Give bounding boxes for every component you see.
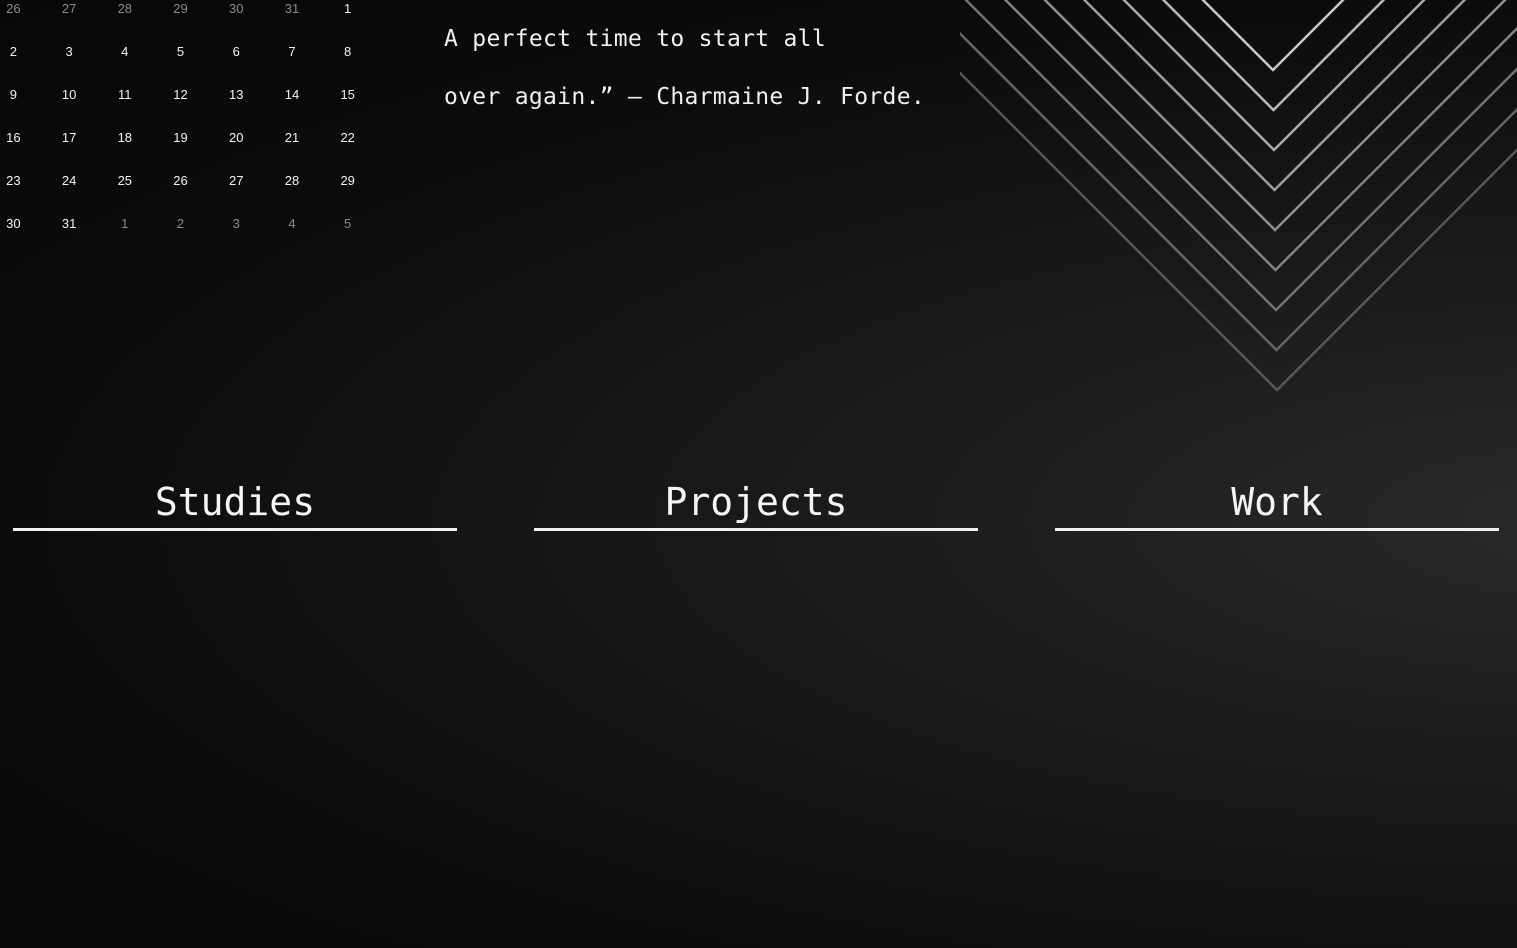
calendar-day[interactable]: 4 — [279, 216, 335, 231]
calendar-week-row: 26 27 28 29 30 31 1 — [0, 0, 390, 30]
quote-line-2: over again.” – Charmaine J. Forde. — [444, 84, 926, 110]
quote-line-1: A perfect time to start all — [444, 26, 826, 52]
work-section-link[interactable]: Work — [1055, 476, 1499, 531]
calendar-week-row: 16 17 18 19 20 21 22 — [0, 116, 390, 159]
projects-underline — [534, 528, 978, 531]
calendar-day[interactable]: 24 — [56, 173, 112, 188]
calendar-day[interactable]: 28 — [111, 1, 167, 16]
projects-label: Projects — [664, 480, 848, 524]
calendar-day[interactable]: 5 — [167, 44, 223, 59]
chevron-line — [1201, 0, 1345, 72]
chevron-line — [960, 31, 1517, 352]
calendar-day[interactable]: 22 — [334, 130, 390, 145]
calendar-day[interactable]: 10 — [56, 87, 112, 102]
calendar-day[interactable]: 3 — [223, 216, 279, 231]
calendar-day[interactable]: 16 — [0, 130, 56, 145]
studies-label: Studies — [154, 480, 316, 524]
calendar-day[interactable]: 19 — [167, 130, 223, 145]
calendar-day[interactable]: 20 — [223, 130, 279, 145]
calendar-day[interactable]: 8 — [334, 44, 390, 59]
calendar-day[interactable]: 3 — [56, 44, 112, 59]
projects-section-link[interactable]: Projects — [534, 476, 978, 531]
quote-text: A perfect time to start all over again.”… — [444, 10, 925, 126]
calendar-day[interactable]: 29 — [167, 1, 223, 16]
calendar-day[interactable]: 9 — [0, 87, 56, 102]
chevron-line — [1122, 0, 1426, 152]
calendar-day[interactable]: 28 — [279, 173, 335, 188]
work-underline — [1055, 528, 1499, 531]
calendar-day[interactable]: 31 — [56, 216, 112, 231]
calendar-day[interactable]: 2 — [0, 44, 56, 59]
calendar-day[interactable]: 1 — [334, 1, 390, 16]
calendar-day[interactable]: 1 — [111, 216, 167, 231]
calendar-day[interactable]: 7 — [279, 44, 335, 59]
calendar-day[interactable]: 25 — [111, 173, 167, 188]
calendar-day[interactable]: 26 — [0, 1, 56, 16]
calendar-day[interactable]: 6 — [223, 44, 279, 59]
calendar-day[interactable]: 18 — [111, 130, 167, 145]
calendar-day[interactable]: 30 — [223, 1, 279, 16]
calendar-day[interactable]: 15 — [334, 87, 390, 102]
chevron-line — [1161, 0, 1386, 112]
work-label: Work — [1231, 480, 1323, 524]
calendar-day[interactable]: 27 — [56, 1, 112, 16]
chevron-line — [1082, 0, 1467, 192]
chevron-line — [1043, 0, 1507, 232]
calendar-week-row: 23 24 25 26 27 28 29 — [0, 159, 390, 202]
calendar-day[interactable]: 23 — [0, 173, 56, 188]
calendar-day[interactable]: 11 — [111, 87, 167, 102]
calendar-day[interactable]: 17 — [56, 130, 112, 145]
calendar-day[interactable]: 5 — [334, 216, 390, 231]
calendar-day[interactable]: 26 — [167, 173, 223, 188]
calendar-day[interactable]: 31 — [279, 1, 335, 16]
calendar-week-row: 30 31 1 2 3 4 5 — [0, 202, 390, 245]
calendar-week-row: 2345678 — [0, 30, 390, 73]
calendar-day[interactable]: 30 — [0, 216, 56, 231]
calendar-week-row: 9 10 11 12 13 14 15 — [0, 73, 390, 116]
studies-underline — [13, 528, 457, 531]
chevron-decoration — [960, 0, 1517, 392]
calendar-day[interactable]: 13 — [223, 87, 279, 102]
calendar-day[interactable]: 21 — [279, 130, 335, 145]
calendar-day[interactable]: 29 — [334, 173, 390, 188]
calendar-day[interactable]: 2 — [167, 216, 223, 231]
calendar-widget: 26 27 28 29 30 31 1 2 3 4 5 6 7 8 9 10 11 12 13 14 15 16 17 18 1… — [0, 0, 390, 245]
calendar-day[interactable]: 27 — [223, 173, 279, 188]
calendar-day[interactable]: 14 — [279, 87, 335, 102]
studies-section-link[interactable]: Studies — [13, 476, 457, 531]
calendar-day[interactable]: 12 — [167, 87, 223, 102]
calendar-day[interactable]: 4 — [111, 44, 167, 59]
